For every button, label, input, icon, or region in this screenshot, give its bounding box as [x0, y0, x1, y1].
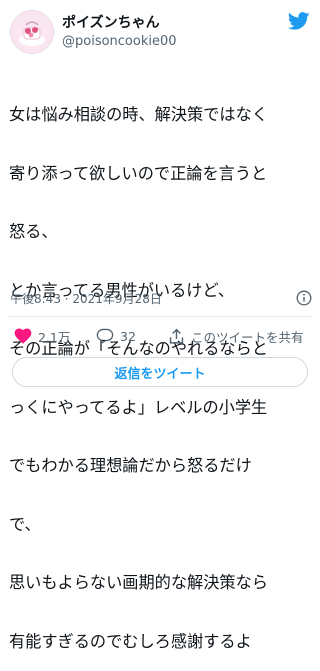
tweet-line: っくにやってるよ」レベルの小学生: [9, 397, 268, 417]
tweet-line: 女は悩み相談の時、解決策ではなく: [9, 105, 268, 124]
avatar[interactable]: [10, 10, 54, 54]
display-name[interactable]: ポイズンちゃん: [62, 12, 160, 32]
share-label: このツイートを共有: [191, 329, 304, 345]
info-icon[interactable]: [296, 290, 312, 306]
tweet-line: 寄り添って欲しいので正論を言うと: [9, 163, 268, 183]
tweet-line: 怒る、: [9, 222, 58, 241]
reply-count: 32: [120, 328, 136, 344]
action-bar: 2.1万 32 このツイートを共有: [0, 322, 320, 350]
like-count: 2.1万: [38, 329, 71, 345]
share-icon: [169, 328, 184, 344]
reply-count-button[interactable]: 32: [96, 326, 136, 346]
tweet-line: でもわかる理想論だから怒るだけ: [9, 456, 252, 475]
tweet-line: 有能すぎるのでむしろ感謝するよ: [9, 631, 252, 651]
reply-tweet-button[interactable]: 返信をツイート: [12, 357, 308, 387]
twitter-bird-icon[interactable]: [288, 12, 310, 30]
tweet-line: で、: [9, 514, 41, 534]
divider: [8, 316, 312, 317]
reply-bubble-icon: [96, 328, 114, 344]
like-button[interactable]: 2.1万: [14, 326, 70, 346]
tweet-timestamp[interactable]: 午後8:43 · 2021年9月28日: [10, 290, 162, 307]
share-button[interactable]: このツイートを共有: [168, 326, 304, 346]
tweet-line: 思いもよらない画期的な解決策なら: [9, 573, 268, 592]
heart-icon: [14, 328, 32, 344]
tweet-header: ポイズンちゃん @poisoncookie00: [0, 0, 320, 60]
user-handle[interactable]: @poisoncookie00: [62, 34, 177, 49]
